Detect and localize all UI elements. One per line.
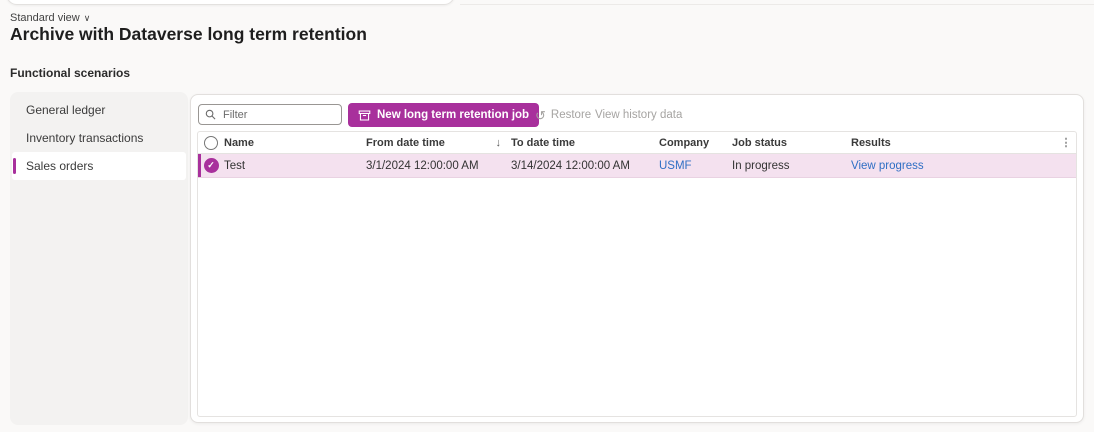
page-title: Archive with Dataverse long term retenti… bbox=[10, 24, 367, 44]
table-row[interactable]: ✓ Test 3/1/2024 12:00:00 AM 3/14/2024 12… bbox=[198, 154, 1076, 178]
row-checkbox-cell: ✓ bbox=[198, 158, 224, 173]
sidebar-item-sales-orders[interactable]: Sales orders bbox=[12, 152, 186, 180]
jobs-grid: Name From date time ↓ To date time Compa… bbox=[197, 131, 1077, 417]
select-all-checkbox[interactable] bbox=[204, 135, 218, 150]
restore-icon: ↺ bbox=[535, 107, 546, 123]
chevron-down-icon: ∨ bbox=[83, 13, 91, 23]
sidebar-item-general-ledger[interactable]: General ledger bbox=[12, 96, 186, 124]
bottom-strip bbox=[0, 432, 1094, 441]
column-header-company[interactable]: Company bbox=[659, 137, 732, 149]
search-icon bbox=[205, 109, 216, 120]
restore-button[interactable]: ↺ Restore bbox=[529, 103, 597, 127]
view-history-data-label: View history data bbox=[595, 109, 683, 121]
view-selector[interactable]: Standard view ∨ bbox=[10, 12, 90, 24]
content-panel: New long term retention job ↺ Restore Vi… bbox=[190, 94, 1084, 423]
cell-name: Test bbox=[224, 159, 246, 172]
grid-options-icon[interactable]: ⋮ bbox=[1056, 136, 1076, 149]
header-checkbox-cell bbox=[198, 135, 224, 150]
row-checkbox-checked[interactable]: ✓ bbox=[203, 158, 219, 173]
view-progress-link[interactable]: View progress bbox=[851, 160, 1076, 172]
new-retention-job-label: New long term retention job bbox=[377, 109, 530, 121]
grid-header-row: Name From date time ↓ To date time Compa… bbox=[198, 132, 1076, 154]
column-header-job-status[interactable]: Job status bbox=[732, 137, 851, 149]
top-divider bbox=[460, 4, 1094, 5]
company-link[interactable]: USMF bbox=[659, 160, 732, 172]
view-selector-label: Standard view bbox=[10, 12, 80, 24]
column-header-to-date-time[interactable]: To date time bbox=[511, 137, 659, 149]
check-icon: ✓ bbox=[207, 160, 215, 170]
cell-from-date-time: 3/1/2024 12:00:00 AM bbox=[366, 160, 511, 172]
filter-input[interactable] bbox=[221, 107, 335, 122]
sort-descending-icon: ↓ bbox=[495, 136, 502, 149]
column-header-from-label: From date time bbox=[366, 136, 445, 149]
cell-to-date-time: 3/14/2024 12:00:00 AM bbox=[511, 159, 630, 172]
column-header-results[interactable]: Results bbox=[851, 137, 1056, 149]
cell-job-status: In progress bbox=[732, 159, 790, 172]
restore-label: Restore bbox=[550, 109, 592, 121]
archive-box-icon bbox=[358, 110, 371, 120]
section-label: Functional scenarios bbox=[10, 66, 131, 80]
view-history-data-button[interactable]: View history data bbox=[589, 103, 688, 127]
top-truncated-bar bbox=[6, 0, 455, 5]
sidebar: General ledger Inventory transactions Sa… bbox=[10, 92, 188, 425]
sidebar-item-inventory-transactions[interactable]: Inventory transactions bbox=[12, 124, 186, 152]
column-header-from-date-time[interactable]: From date time ↓ bbox=[366, 137, 511, 149]
column-header-name[interactable]: Name bbox=[224, 137, 366, 149]
filter-input-wrapper[interactable] bbox=[198, 104, 342, 125]
cell-from-value: 3/1/2024 12:00:00 AM bbox=[366, 159, 479, 172]
new-retention-job-button[interactable]: New long term retention job bbox=[348, 103, 540, 127]
